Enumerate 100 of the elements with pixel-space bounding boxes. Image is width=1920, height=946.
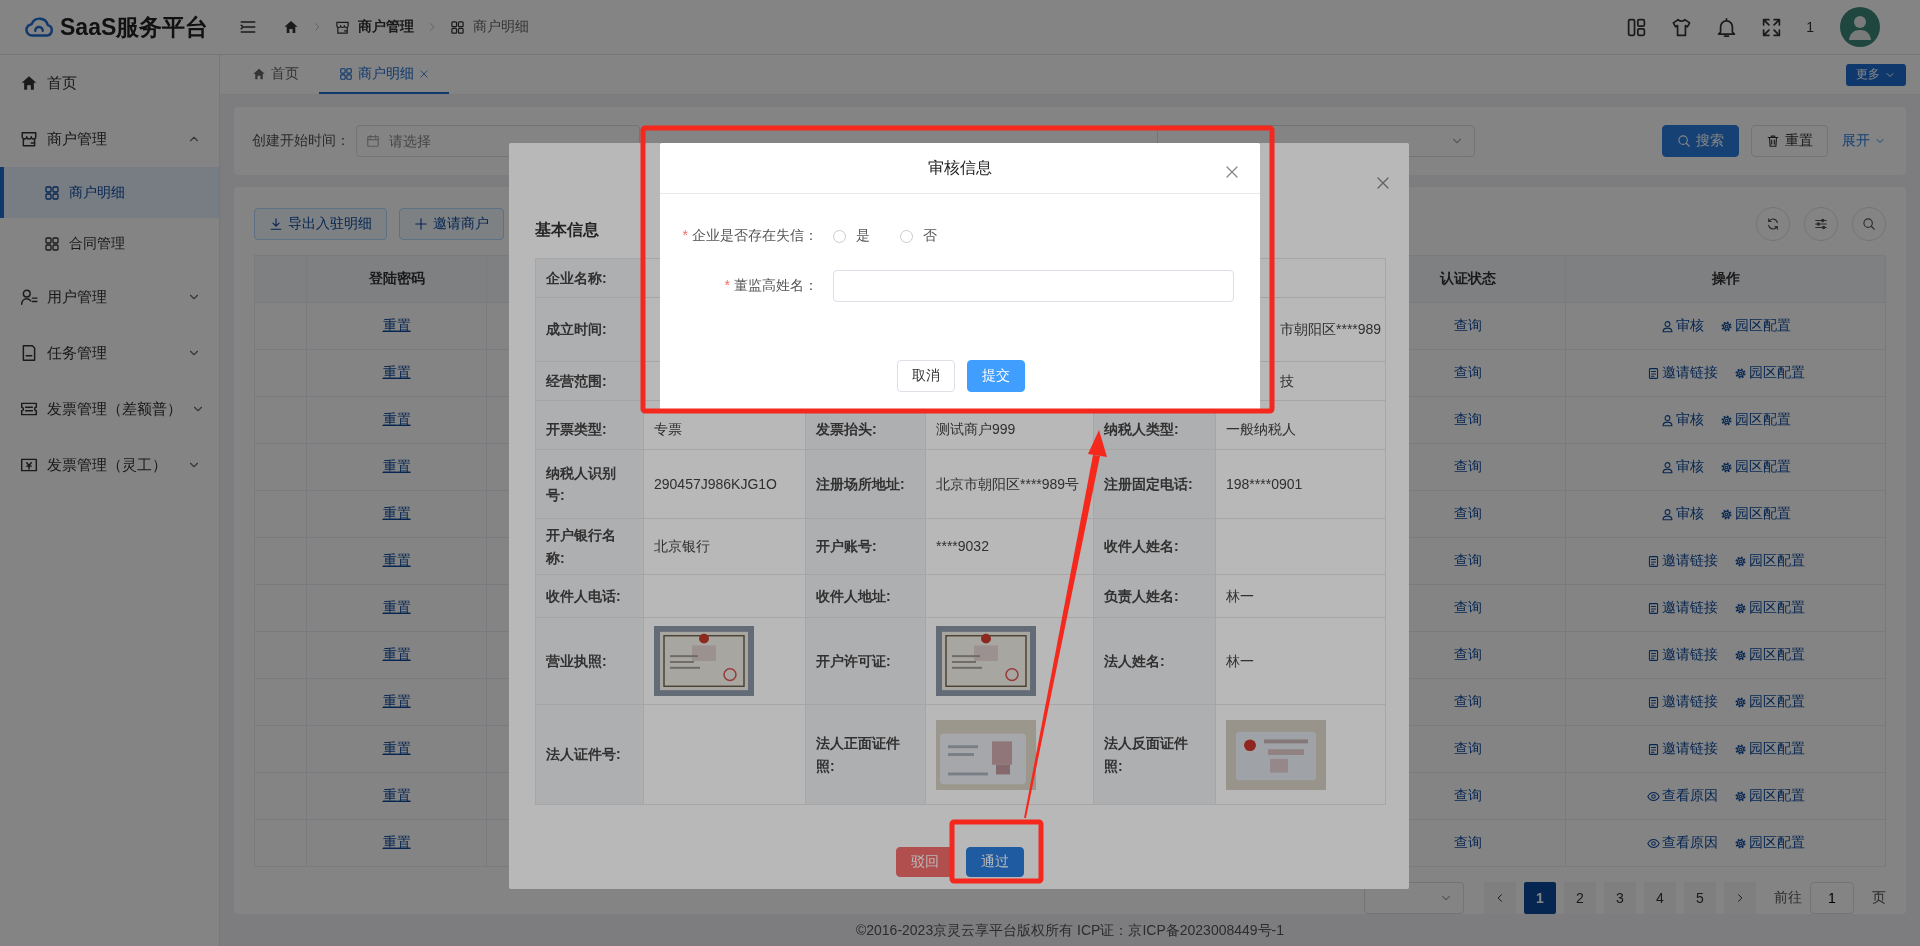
plus-icon xyxy=(414,217,428,231)
search-toggle-button[interactable] xyxy=(1852,207,1886,241)
invite-button[interactable]: 邀请商户 xyxy=(399,208,504,240)
reset-password-link[interactable]: 重置 xyxy=(382,599,411,615)
audit-link[interactable]: 审核 xyxy=(1660,317,1704,335)
page-input[interactable]: 1 xyxy=(1810,882,1854,914)
view-reason-link[interactable]: 查看原因 xyxy=(1646,787,1718,805)
grid-icon xyxy=(44,235,60,252)
gear-icon xyxy=(1733,648,1747,662)
reset-password-link[interactable]: 重置 xyxy=(382,552,411,568)
page-button[interactable]: 2 xyxy=(1564,882,1596,914)
submit-button[interactable]: 提交 xyxy=(967,360,1025,392)
invite-link[interactable]: 邀请链接 xyxy=(1646,693,1718,711)
copyright-text: ©2016-2023京灵云享平台版权所有 ICP证：京ICP备2023008449号-1 xyxy=(854,921,1286,940)
sidebar-item[interactable]: 商户管理 xyxy=(0,111,219,167)
ticket-icon xyxy=(20,400,38,418)
query-link[interactable]: 查询 xyxy=(1453,364,1482,380)
reset-button[interactable]: 重置 xyxy=(1751,125,1828,157)
reset-password-link[interactable]: 重置 xyxy=(382,411,411,427)
column-settings-button[interactable] xyxy=(1804,207,1838,241)
field-label: 纳税人识别号: xyxy=(535,449,644,519)
park-settings-link[interactable]: 园区配置 xyxy=(1733,740,1805,758)
park-settings-link[interactable]: 园区配置 xyxy=(1733,834,1805,852)
park-settings-link[interactable]: 园区配置 xyxy=(1733,552,1805,570)
export-button[interactable]: 导出入驻明细 xyxy=(254,208,387,240)
park-settings-link[interactable]: 园区配置 xyxy=(1719,505,1791,523)
page-button[interactable]: 1 xyxy=(1524,882,1556,914)
audit-link[interactable]: 审核 xyxy=(1660,458,1704,476)
park-settings-link[interactable]: 园区配置 xyxy=(1719,458,1791,476)
park-settings-link[interactable]: 园区配置 xyxy=(1733,693,1805,711)
invite-link[interactable]: 邀请链接 xyxy=(1646,599,1718,617)
cancel-button[interactable]: 取消 xyxy=(897,360,955,392)
column-header: 操作 xyxy=(1565,255,1886,303)
query-link[interactable]: 查询 xyxy=(1453,599,1482,615)
query-link[interactable]: 查询 xyxy=(1453,552,1482,568)
page-tab[interactable]: 首页 xyxy=(232,55,319,94)
reset-password-link[interactable]: 重置 xyxy=(382,834,411,850)
reset-password-link[interactable]: 重置 xyxy=(382,317,411,333)
query-link[interactable]: 查询 xyxy=(1453,505,1482,521)
query-link[interactable]: 查询 xyxy=(1453,317,1482,333)
sidebar-subitem[interactable]: 商户明细 xyxy=(0,167,219,218)
close-icon xyxy=(1375,175,1391,191)
reset-password-link[interactable]: 重置 xyxy=(382,740,411,756)
field-value: 198****0901 xyxy=(1215,449,1386,519)
reset-password-link[interactable]: 重置 xyxy=(382,505,411,521)
approve-button[interactable]: 通过 xyxy=(966,847,1024,877)
sidebar-item[interactable]: 用户管理 xyxy=(0,269,219,325)
close-icon xyxy=(1224,164,1240,180)
page-button[interactable]: 4 xyxy=(1644,882,1676,914)
query-link[interactable]: 查询 xyxy=(1453,740,1482,756)
invite-link[interactable]: 邀请链接 xyxy=(1646,364,1718,382)
home-icon xyxy=(20,74,38,92)
view-reason-link[interactable]: 查看原因 xyxy=(1646,834,1718,852)
breadcrumb-link[interactable]: 商户管理 xyxy=(358,18,414,36)
audit-link[interactable]: 审核 xyxy=(1660,411,1704,429)
sidebar-item[interactable]: 首页 xyxy=(0,55,219,111)
reset-password-link[interactable]: 重置 xyxy=(382,646,411,662)
breadcrumb-link[interactable]: 商户明细 xyxy=(473,18,529,36)
name-input[interactable] xyxy=(833,270,1234,302)
query-link[interactable]: 查询 xyxy=(1453,787,1482,803)
invite-link[interactable]: 邀请链接 xyxy=(1646,552,1718,570)
sidebar-item[interactable]: 发票管理（差额普） xyxy=(0,381,219,437)
reset-password-link[interactable]: 重置 xyxy=(382,787,411,803)
page-button[interactable]: 5 xyxy=(1684,882,1716,914)
eye-icon xyxy=(1646,836,1660,850)
park-settings-link[interactable]: 园区配置 xyxy=(1733,646,1805,664)
page-tab[interactable]: 商户明细 xyxy=(319,55,449,94)
field-label: 成立时间: xyxy=(535,297,644,362)
query-link[interactable]: 查询 xyxy=(1453,693,1482,709)
radio-option[interactable]: 是 xyxy=(833,227,870,245)
reset-password-link[interactable]: 重置 xyxy=(382,693,411,709)
field-value: 北京银行 xyxy=(643,518,806,575)
query-link[interactable]: 查询 xyxy=(1453,411,1482,427)
bell-icon xyxy=(1716,16,1738,38)
expand-link[interactable]: 展开 xyxy=(1842,132,1886,150)
park-settings-link[interactable]: 园区配置 xyxy=(1733,787,1805,805)
audit-link[interactable]: 审核 xyxy=(1660,505,1704,523)
sidebar-subitem[interactable]: 合同管理 xyxy=(0,218,219,269)
reset-password-link[interactable]: 重置 xyxy=(382,458,411,474)
invite-link[interactable]: 邀请链接 xyxy=(1646,740,1718,758)
page-button[interactable]: 3 xyxy=(1604,882,1636,914)
refresh-button[interactable] xyxy=(1756,207,1790,241)
reset-password-link[interactable]: 重置 xyxy=(382,364,411,380)
invite-link[interactable]: 邀请链接 xyxy=(1646,646,1718,664)
park-settings-link[interactable]: 园区配置 xyxy=(1733,599,1805,617)
sidebar-item[interactable]: 任务管理 xyxy=(0,325,219,381)
person-icon xyxy=(1660,413,1674,427)
grid-icon xyxy=(44,184,60,201)
avatar-icon[interactable] xyxy=(1840,7,1880,47)
search-button[interactable]: 搜索 xyxy=(1662,125,1739,157)
radio-option[interactable]: 否 xyxy=(900,227,937,245)
sidebar-item[interactable]: 发票管理（灵工） xyxy=(0,437,219,493)
park-settings-link[interactable]: 园区配置 xyxy=(1733,364,1805,382)
field-value: 290457J986KJG1O xyxy=(643,449,806,519)
more-button[interactable]: 更多 xyxy=(1846,63,1906,86)
park-settings-link[interactable]: 园区配置 xyxy=(1719,317,1791,335)
park-settings-link[interactable]: 园区配置 xyxy=(1719,411,1791,429)
query-link[interactable]: 查询 xyxy=(1453,646,1482,662)
query-link[interactable]: 查询 xyxy=(1453,458,1482,474)
query-link[interactable]: 查询 xyxy=(1453,834,1482,850)
